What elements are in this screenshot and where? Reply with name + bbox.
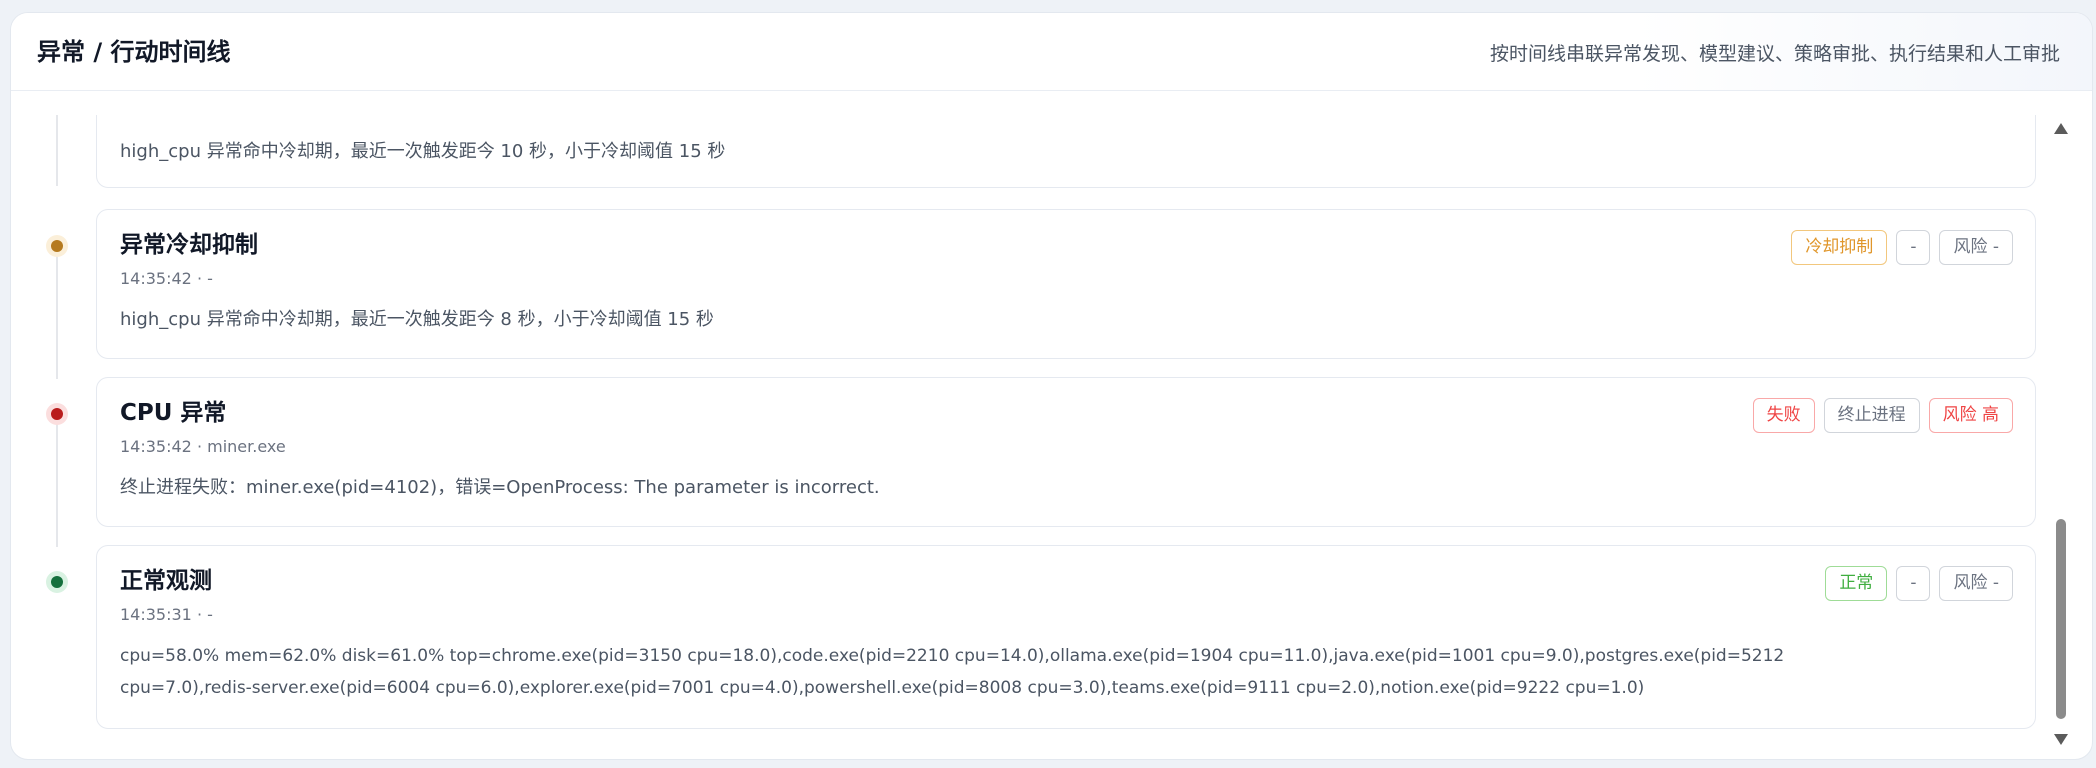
status-dot-red	[46, 403, 68, 425]
timeline-connector	[56, 405, 58, 547]
event-meta: 14:35:42 · -	[120, 269, 213, 288]
timeline-event-normal[interactable]: 正常观测 14:35:31 · - cpu=58.0% mem=62.0% di…	[96, 545, 2036, 729]
timeline-scroll-area[interactable]: high_cpu 异常命中冷却期，最近一次触发距今 10 秒，小于冷却阈值 15…	[11, 115, 2092, 748]
timeline-event-cooldown[interactable]: 异常冷却抑制 14:35:42 · - high_cpu 异常命中冷却期，最近一…	[96, 209, 2036, 359]
scroll-down-arrow-icon[interactable]	[2054, 734, 2068, 745]
scroll-up-arrow-icon[interactable]	[2054, 123, 2068, 134]
action-badge: -	[1896, 230, 1931, 265]
timeline-event-cpu[interactable]: CPU 异常 14:35:42 · miner.exe 终止进程失败：miner…	[96, 377, 2036, 527]
event-detail: high_cpu 异常命中冷却期，最近一次触发距今 8 秒，小于冷却阈值 15 …	[120, 309, 714, 330]
action-badge: -	[1896, 566, 1931, 601]
panel-header: 异常 / 行动时间线 按时间线串联异常发现、模型建议、策略审批、执行结果和人工审…	[11, 13, 2092, 91]
risk-badge: 风险 -	[1939, 230, 2013, 265]
vertical-scrollbar[interactable]	[2049, 119, 2073, 749]
event-badges: 正常 - 风险 -	[1825, 566, 2013, 601]
event-detail: high_cpu 异常命中冷却期，最近一次触发距今 10 秒，小于冷却阈值 15…	[120, 141, 726, 162]
event-title: 异常冷却抑制	[120, 232, 258, 258]
event-meta: 14:35:42 · miner.exe	[120, 437, 286, 456]
timeline-panel: 异常 / 行动时间线 按时间线串联异常发现、模型建议、策略审批、执行结果和人工审…	[10, 12, 2093, 760]
status-badge: 冷却抑制	[1791, 230, 1888, 265]
panel-title: 异常 / 行动时间线	[37, 38, 231, 66]
event-title: CPU 异常	[120, 400, 227, 426]
event-badges: 失败 终止进程 风险 高	[1752, 398, 2013, 433]
timeline-connector	[56, 115, 58, 186]
event-badges: 冷却抑制 - 风险 -	[1791, 230, 2013, 265]
timeline-event-cooldown-earlier: high_cpu 异常命中冷却期，最近一次触发距今 10 秒，小于冷却阈值 15…	[96, 115, 2036, 188]
status-dot-amber	[46, 235, 68, 257]
event-title: 正常观测	[120, 568, 212, 594]
event-meta: 14:35:31 · -	[120, 605, 213, 624]
status-dot-green	[46, 571, 68, 593]
status-badge: 正常	[1825, 566, 1888, 601]
scroll-thumb[interactable]	[2056, 519, 2066, 719]
status-badge: 失败	[1752, 398, 1815, 433]
panel-subtitle: 按时间线串联异常发现、模型建议、策略审批、执行结果和人工审批	[1489, 43, 2060, 65]
timeline-connector	[56, 237, 58, 379]
event-detail: 终止进程失败：miner.exe(pid=4102)，错误=OpenProces…	[120, 477, 880, 498]
event-detail: cpu=58.0% mem=62.0% disk=61.0% top=chrom…	[120, 646, 1785, 698]
risk-badge: 风险 -	[1939, 566, 2013, 601]
action-badge: 终止进程	[1823, 398, 1920, 433]
risk-badge: 风险 高	[1928, 398, 2013, 433]
